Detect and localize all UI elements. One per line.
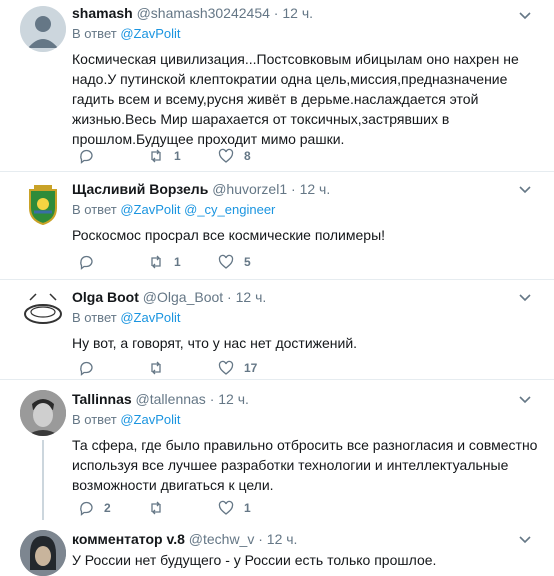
reply-button[interactable]: 2: [78, 498, 111, 518]
author-name[interactable]: shamash: [72, 5, 133, 21]
author-handle[interactable]: @Olga_Boot: [143, 289, 223, 305]
chevron-down-icon[interactable]: [518, 532, 532, 546]
author-handle[interactable]: @techw_v: [189, 531, 255, 547]
reply-prefix: В ответ: [72, 26, 117, 41]
reply-prefix: В ответ: [72, 310, 117, 325]
tweet-text: Космическая цивилизация...Постсовковым и…: [72, 51, 519, 147]
like-count: 5: [244, 255, 251, 269]
separator: ·: [209, 391, 215, 407]
reply-count: 2: [104, 501, 111, 515]
chevron-down-icon[interactable]: [518, 8, 532, 22]
tweet[interactable]: Olga Boot @Olga_Boot · 12 ч. В ответ @Za…: [0, 280, 554, 380]
like-button[interactable]: 17: [218, 358, 257, 378]
tweet[interactable]: Tallinnas @tallennas · 12 ч. В ответ @Za…: [0, 380, 554, 520]
reply-context: В ответ @ZavPolit @_cy_engineer: [72, 201, 544, 219]
tweet-text: Та сфера, где было правильно отбросить в…: [72, 437, 538, 493]
chevron-down-icon[interactable]: [518, 182, 532, 196]
retweet-button[interactable]: 1: [148, 146, 181, 166]
timestamp[interactable]: 12 ч.: [218, 391, 249, 407]
author-handle[interactable]: @tallennas: [136, 391, 206, 407]
mention-link[interactable]: @ZavPolit: [120, 202, 180, 217]
retweet-icon: [151, 149, 161, 163]
chevron-down-icon[interactable]: [518, 392, 532, 406]
retweet-button[interactable]: [148, 358, 174, 378]
avatar[interactable]: [20, 390, 66, 436]
tweet[interactable]: Щасливий Ворзель @huvorzel1 · 12 ч. В от…: [0, 172, 554, 280]
mention-link[interactable]: @_cy_engineer: [184, 202, 275, 217]
reply-context: В ответ @ZavPolit: [72, 309, 544, 327]
reply-icon: [80, 501, 93, 516]
author-handle[interactable]: @shamash30242454: [137, 5, 270, 21]
author-name[interactable]: Olga Boot: [72, 289, 139, 305]
timestamp[interactable]: 12 ч.: [267, 531, 298, 547]
tweet-text: Роскосмос просрал все космические полиме…: [72, 227, 386, 243]
ring-drawing-icon: [24, 293, 62, 324]
reply-prefix: В ответ: [72, 412, 117, 427]
heart-icon: [218, 500, 234, 515]
reply-icon: [80, 361, 93, 376]
tweet[interactable]: shamash @shamash30242454 · 12 ч. В ответ…: [0, 0, 554, 172]
timestamp[interactable]: 12 ч.: [236, 289, 267, 305]
mention-link[interactable]: @ZavPolit: [120, 26, 180, 41]
author-handle[interactable]: @huvorzel1: [212, 181, 287, 197]
separator: ·: [273, 5, 279, 21]
like-count: 17: [244, 361, 258, 375]
heart-icon: [218, 148, 234, 163]
reply-icon: [80, 255, 93, 270]
reply-button[interactable]: [78, 146, 94, 166]
separator: ·: [258, 531, 263, 547]
retweet-count: 1: [174, 255, 181, 269]
heart-icon: [218, 360, 234, 375]
reply-icon: [80, 149, 93, 164]
chevron-down-icon[interactable]: [518, 290, 532, 304]
author-name[interactable]: Щасливий Ворзель: [72, 181, 208, 197]
tweet-text: Ну вот, а говорят, что у нас нет достиже…: [72, 335, 358, 351]
avatar[interactable]: [20, 286, 66, 332]
timestamp[interactable]: 12 ч.: [300, 181, 331, 197]
tweet[interactable]: комментатор v.8 @techw_v · 12 ч. У Росси…: [0, 520, 554, 576]
like-button[interactable]: 5: [218, 252, 251, 272]
coat-of-arms-icon: [29, 185, 57, 226]
reply-button[interactable]: [78, 358, 94, 378]
separator: ·: [291, 181, 296, 197]
like-button[interactable]: 1: [218, 498, 251, 518]
profile-photo-icon: [20, 530, 66, 576]
thread-line: [42, 440, 44, 520]
retweet-icon: [151, 501, 161, 515]
retweet-icon: [151, 255, 161, 269]
reply-context: В ответ @ZavPolit: [72, 411, 544, 429]
avatar[interactable]: [20, 182, 66, 228]
reply-context: В ответ @ZavPolit: [72, 25, 544, 43]
author-name[interactable]: Tallinnas: [72, 391, 132, 407]
tweet-text: У России нет будущего - у России есть то…: [72, 552, 437, 568]
avatar[interactable]: [20, 530, 66, 576]
like-count: 1: [244, 501, 251, 515]
retweet-button[interactable]: 1: [148, 252, 181, 272]
profile-photo-icon: [20, 390, 66, 436]
author-name[interactable]: комментатор v.8: [72, 531, 185, 547]
avatar[interactable]: [20, 6, 66, 52]
retweet-count: 1: [174, 149, 181, 163]
default-avatar-icon: [20, 6, 66, 52]
mention-link[interactable]: @ZavPolit: [120, 310, 180, 325]
like-count: 8: [244, 149, 251, 163]
retweet-icon: [151, 361, 161, 375]
like-button[interactable]: 8: [218, 146, 251, 166]
retweet-button[interactable]: [148, 498, 164, 518]
reply-button[interactable]: [78, 252, 94, 272]
separator: ·: [227, 289, 232, 305]
reply-prefix: В ответ: [72, 202, 117, 217]
mention-link[interactable]: @ZavPolit: [120, 412, 180, 427]
heart-icon: [218, 254, 234, 269]
timestamp[interactable]: 12 ч.: [282, 5, 313, 21]
